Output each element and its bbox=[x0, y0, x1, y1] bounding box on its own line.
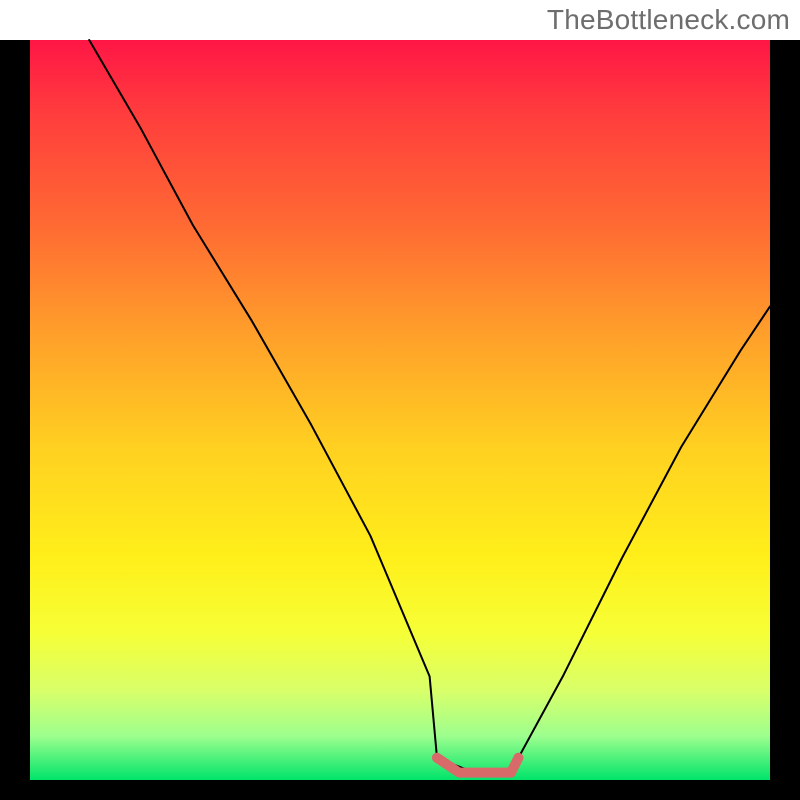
curve-layer bbox=[30, 40, 770, 780]
watermark-text: TheBottleneck.com bbox=[547, 4, 790, 36]
emphasis-dot-end bbox=[513, 753, 523, 763]
frame-right bbox=[770, 40, 800, 800]
chart-stage: TheBottleneck.com bbox=[0, 0, 800, 800]
flat-bottom-emphasis-path bbox=[437, 758, 518, 773]
emphasis-dot-start bbox=[432, 753, 442, 763]
frame-left bbox=[0, 40, 30, 800]
bottleneck-curve-path bbox=[89, 40, 770, 773]
frame-bottom bbox=[0, 780, 800, 800]
